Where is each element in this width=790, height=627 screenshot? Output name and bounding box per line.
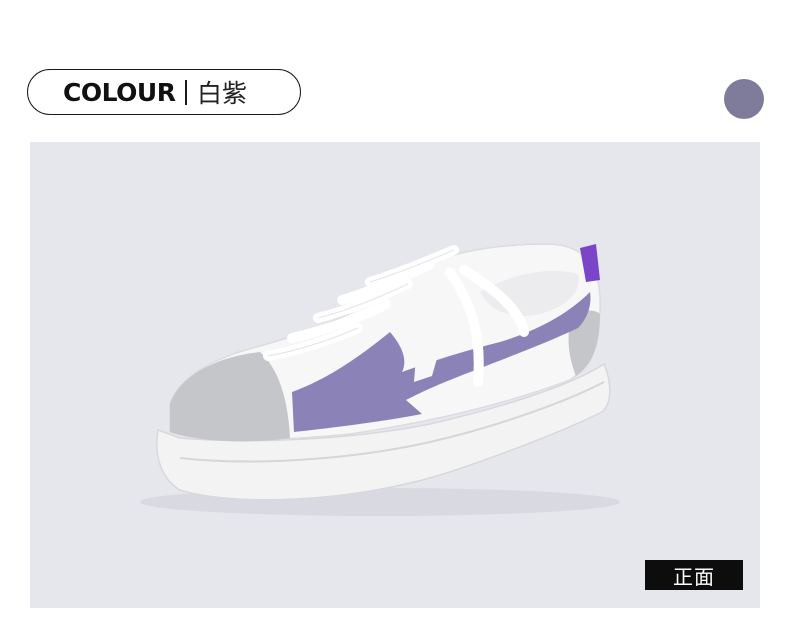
colour-label: COLOUR xyxy=(63,77,176,107)
pill-divider xyxy=(185,79,187,105)
colour-tag: COLOUR 白紫 xyxy=(27,69,301,115)
colour-name: 白紫 xyxy=(196,79,247,108)
sneaker-icon xyxy=(140,243,620,516)
product-photo xyxy=(30,142,760,608)
view-label-badge: 正面 xyxy=(645,560,743,590)
colour-swatch[interactable] xyxy=(724,79,764,119)
